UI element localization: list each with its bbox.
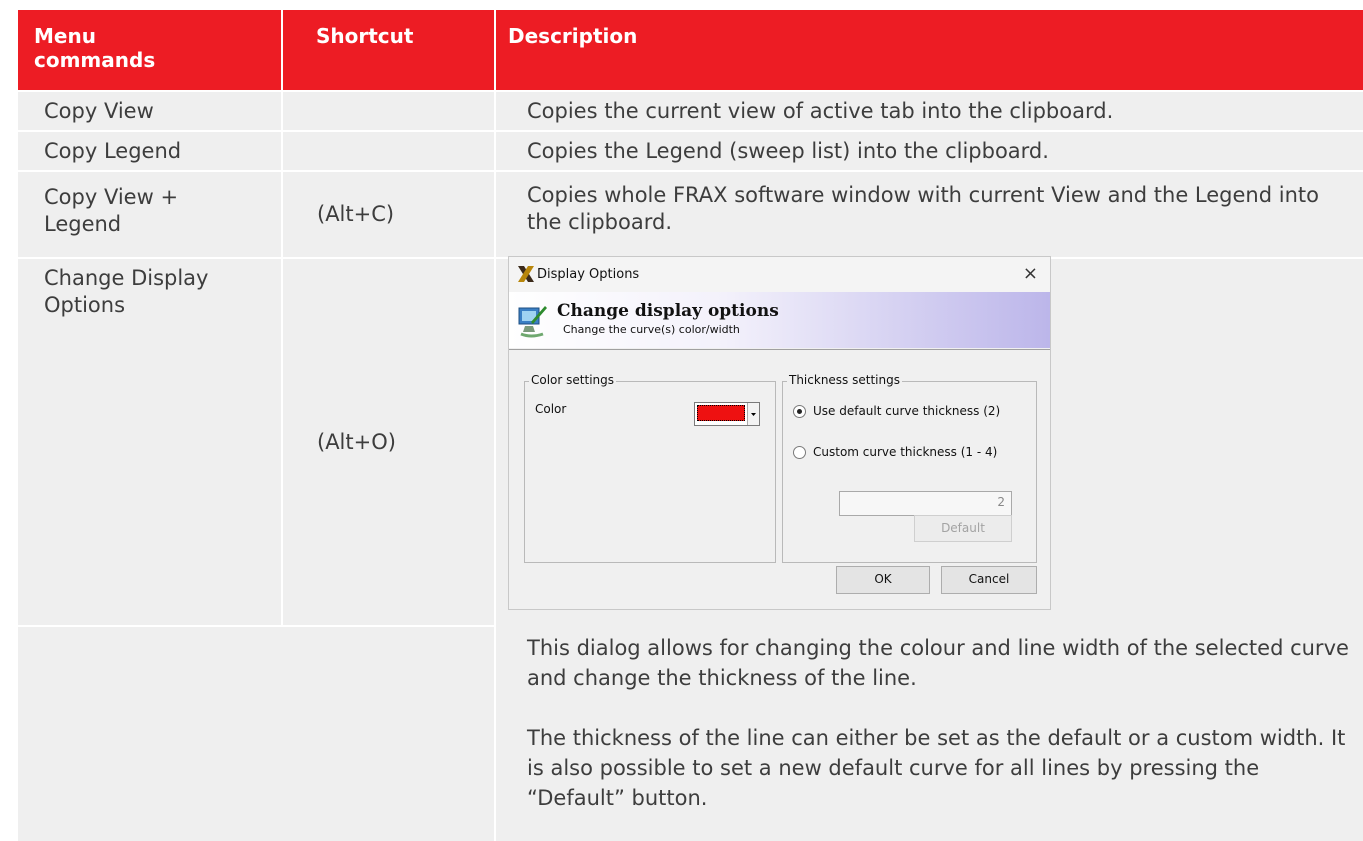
row3-description-cell: Copies whole FRAX software window with c… <box>496 172 1363 257</box>
header-description: Description <box>508 24 638 48</box>
banner-title: Change display options <box>557 301 779 321</box>
dialog-titlebar: Display Options × <box>509 257 1050 292</box>
row4-command-cell: Change Display Options <box>18 259 281 625</box>
row1-command-cell: Copy View <box>18 92 281 130</box>
default-button[interactable]: Default <box>914 515 1012 542</box>
row1-command: Copy View <box>44 99 154 123</box>
color-label: Color <box>535 402 567 416</box>
row3-shortcut: (Alt+C) <box>317 202 395 226</box>
thickness-settings-label: Thickness settings <box>787 373 902 387</box>
display-options-dialog: Display Options × Change display options… <box>508 256 1051 610</box>
ok-button[interactable]: OK <box>836 566 930 594</box>
row1-description: Copies the current view of active tab in… <box>527 99 1114 123</box>
row3-command-cell: Copy View + Legend <box>18 172 281 257</box>
custom-thickness-label[interactable]: Custom curve thickness (1 - 4) <box>813 445 997 459</box>
color-settings-label: Color settings <box>529 373 616 387</box>
banner-divider <box>509 349 1050 350</box>
row3-description: Copies whole FRAX software window with c… <box>527 183 1319 234</box>
row2-description-cell: Copies the Legend (sweep list) into the … <box>496 132 1363 170</box>
description-paragraph-1: This dialog allows for changing the colo… <box>527 636 1349 690</box>
default-thickness-radio[interactable] <box>793 405 806 418</box>
close-icon[interactable]: × <box>1023 263 1038 284</box>
banner-subtitle: Change the curve(s) color/width <box>563 323 740 336</box>
header-cell-description: Description <box>496 10 1363 90</box>
row2-shortcut-cell <box>283 132 494 170</box>
row3-command: Copy View + Legend <box>44 185 179 236</box>
dialog-banner: Change display options Change the curve(… <box>509 292 1050 348</box>
custom-thickness-radio[interactable] <box>793 446 806 459</box>
chevron-down-icon <box>747 403 759 425</box>
dialog-title: Display Options <box>537 267 640 282</box>
header-cell-commands: Menu commands <box>18 10 281 90</box>
color-dropdown[interactable] <box>694 402 760 426</box>
row1-shortcut-cell <box>283 92 494 130</box>
thickness-settings-group: Thickness settings Use default curve thi… <box>782 373 1037 563</box>
row2-command-cell: Copy Legend <box>18 132 281 170</box>
color-swatch <box>697 405 745 421</box>
description-paragraph-2: The thickness of the line can either be … <box>527 726 1346 810</box>
header-shortcut: Shortcut <box>316 24 414 48</box>
row2-command: Copy Legend <box>44 139 182 163</box>
row1-description-cell: Copies the current view of active tab in… <box>496 92 1363 130</box>
color-settings-group: Color settings Color <box>524 373 776 563</box>
cancel-button[interactable]: Cancel <box>941 566 1037 594</box>
row2-description: Copies the Legend (sweep list) into the … <box>527 139 1049 163</box>
frax-logo-icon <box>517 265 535 283</box>
header-commands: Menu commands <box>34 24 156 72</box>
row4-command: Change Display Options <box>44 266 209 317</box>
thickness-value-input[interactable]: 2 <box>839 491 1012 516</box>
header-cell-shortcut: Shortcut <box>283 10 494 90</box>
row3-shortcut-cell: (Alt+C) <box>283 172 494 257</box>
default-thickness-label[interactable]: Use default curve thickness (2) <box>813 404 1000 418</box>
display-settings-icon <box>517 302 549 340</box>
row4-merged-empty-cell <box>18 627 494 841</box>
row4-shortcut-cell: (Alt+O) <box>283 259 494 625</box>
row4-shortcut: (Alt+O) <box>317 430 396 454</box>
